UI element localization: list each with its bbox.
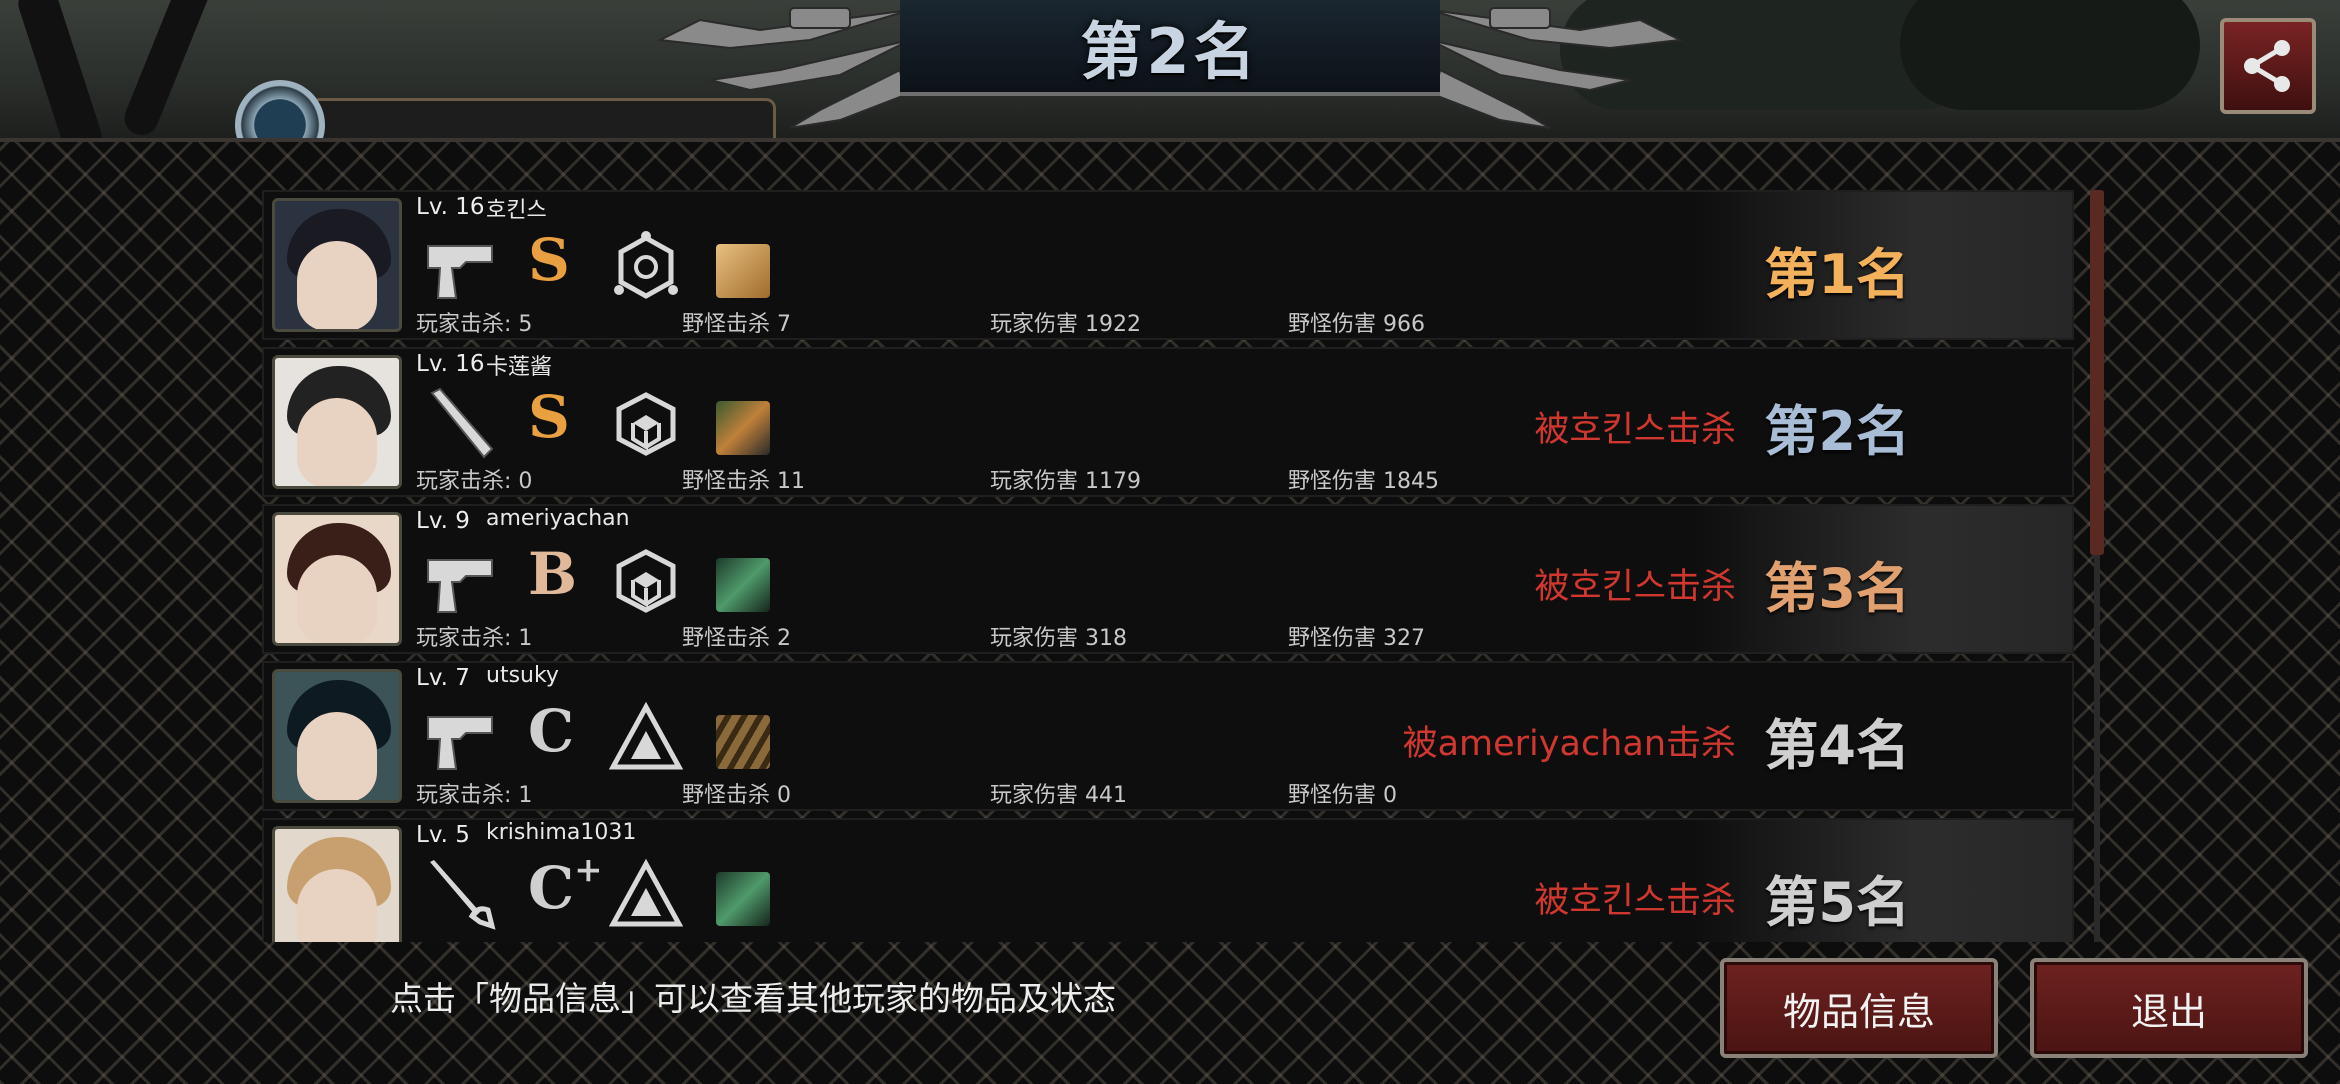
right-wing-emblem: [1429, 7, 1684, 129]
player-level: Lv. 5: [416, 822, 470, 848]
rank-label: 第5名: [1764, 871, 1910, 934]
monster-kills: 野怪击杀 2: [682, 626, 791, 651]
player-level: Lv. 9: [416, 508, 470, 534]
player-row[interactable]: Lv. 9 ameriyachan B 玩家击杀: 1 野怪击杀 2 玩家伤害 …: [262, 504, 2074, 654]
avatar: [272, 198, 402, 332]
monster-damage: 野怪伤害 0: [1288, 783, 1397, 808]
share-icon: [2244, 40, 2290, 92]
monster-kills: 野怪击杀 11: [682, 469, 805, 494]
green-item-icon: [716, 558, 770, 612]
cube-emblem-icon: [616, 392, 676, 456]
grade-badge: B: [528, 540, 578, 608]
player-level: Lv. 16: [416, 194, 485, 220]
player-damage: 玩家伤害 318: [990, 626, 1127, 651]
rapier-icon: [430, 860, 496, 930]
player-kills: 玩家击杀: 1: [416, 783, 533, 808]
player-damage: 玩家伤害 441: [990, 783, 1127, 808]
rank-label: 第4名: [1764, 714, 1910, 777]
cube-emblem-icon: [616, 549, 676, 613]
player-kills: 玩家击杀: 0: [416, 469, 533, 494]
player-row[interactable]: Lv. 7 utsuky C 玩家击杀: 1 野怪击杀 0 玩家伤害 441 野…: [262, 661, 2074, 811]
player-row[interactable]: Lv. 16 卡莲酱 S 玩家击杀: 0 野怪击杀 11 玩家伤害 1179 野…: [262, 347, 2074, 497]
avatar: [272, 355, 402, 489]
monster-kills: 野怪击杀 7: [682, 312, 791, 337]
character-item-icon: [716, 401, 770, 455]
tree-silhouette: [13, 0, 107, 150]
pistol-icon: [427, 716, 493, 770]
box-item-icon: [716, 244, 770, 298]
killed-by-text: 被호킨스击杀: [1534, 881, 1736, 921]
footer-bar: 点击「物品信息」可以查看其他玩家的物品及状态 物品信息 退出: [0, 942, 2340, 1080]
hexagon-emblem-icon: [614, 231, 678, 299]
share-button[interactable]: [2220, 18, 2316, 114]
green-item-icon: [716, 872, 770, 926]
ammo-item-icon: [716, 715, 770, 769]
avatar: [272, 512, 402, 646]
player-kills: 玩家击杀: 5: [416, 312, 533, 337]
rank-label: 第1名: [1764, 243, 1910, 306]
player-damage: 玩家伤害 1179: [990, 469, 1141, 494]
exit-button[interactable]: 退出: [2030, 958, 2308, 1058]
player-name: utsuky: [486, 663, 559, 688]
player-name: ameriyachan: [486, 506, 630, 531]
avatar: [272, 669, 402, 803]
monster-damage: 野怪伤害 966: [1288, 312, 1425, 337]
monster-kills: 野怪击杀 0: [682, 783, 791, 808]
player-name: 卡莲酱: [486, 355, 553, 380]
killed-by-text: 被ameriyachan击杀: [1402, 724, 1736, 764]
item-info-button[interactable]: 物品信息: [1720, 958, 1998, 1058]
player-damage: 玩家伤害 1922: [990, 312, 1141, 337]
player-name: 호킨스: [486, 198, 547, 223]
rank-label: 第2名: [1764, 400, 1910, 463]
player-row[interactable]: Lv. 16 호킨스 S 玩家击杀: 5 野怪击杀 7 玩家伤害 1922 野怪…: [262, 190, 2074, 340]
player-name: krishima1031: [486, 820, 637, 845]
killed-by-text: 被호킨스击杀: [1534, 567, 1736, 607]
hint-text: 点击「物品信息」可以查看其他玩家的物品及状态: [390, 979, 1116, 1018]
grade-badge: S: [528, 226, 570, 294]
avatar: [272, 826, 402, 942]
ranking-list[interactable]: Lv. 16 호킨스 S 玩家击杀: 5 野怪击杀 7 玩家伤害 1922 野怪…: [262, 190, 2074, 942]
scrollbar-thumb[interactable]: [2090, 190, 2104, 555]
player-level: Lv. 7: [416, 665, 470, 691]
grade-badge: C: [528, 697, 575, 765]
monster-damage: 野怪伤害 327: [1288, 626, 1425, 651]
page-title: 第2名: [1080, 15, 1260, 88]
pistol-icon: [427, 559, 493, 613]
tree-silhouette: [1900, 0, 2200, 110]
monster-damage: 野怪伤害 1845: [1288, 469, 1439, 494]
triangle-emblem-icon: [609, 701, 683, 770]
grade-badge: C+: [528, 850, 603, 922]
bat-icon: [430, 387, 494, 459]
player-row[interactable]: Lv. 5 krishima1031 C+ 被호킨스击杀 第5名: [262, 818, 2074, 942]
killed-by-text: 被호킨스击杀: [1534, 410, 1736, 450]
player-level: Lv. 16: [416, 351, 485, 377]
pistol-icon: [427, 245, 493, 299]
grade-badge: S: [528, 383, 570, 451]
triangle-emblem-icon: [609, 858, 683, 927]
title-plate: 第2名: [900, 0, 1440, 96]
rank-label: 第3名: [1764, 557, 1910, 620]
player-kills: 玩家击杀: 1: [416, 626, 533, 651]
tree-silhouette: [119, 0, 215, 141]
